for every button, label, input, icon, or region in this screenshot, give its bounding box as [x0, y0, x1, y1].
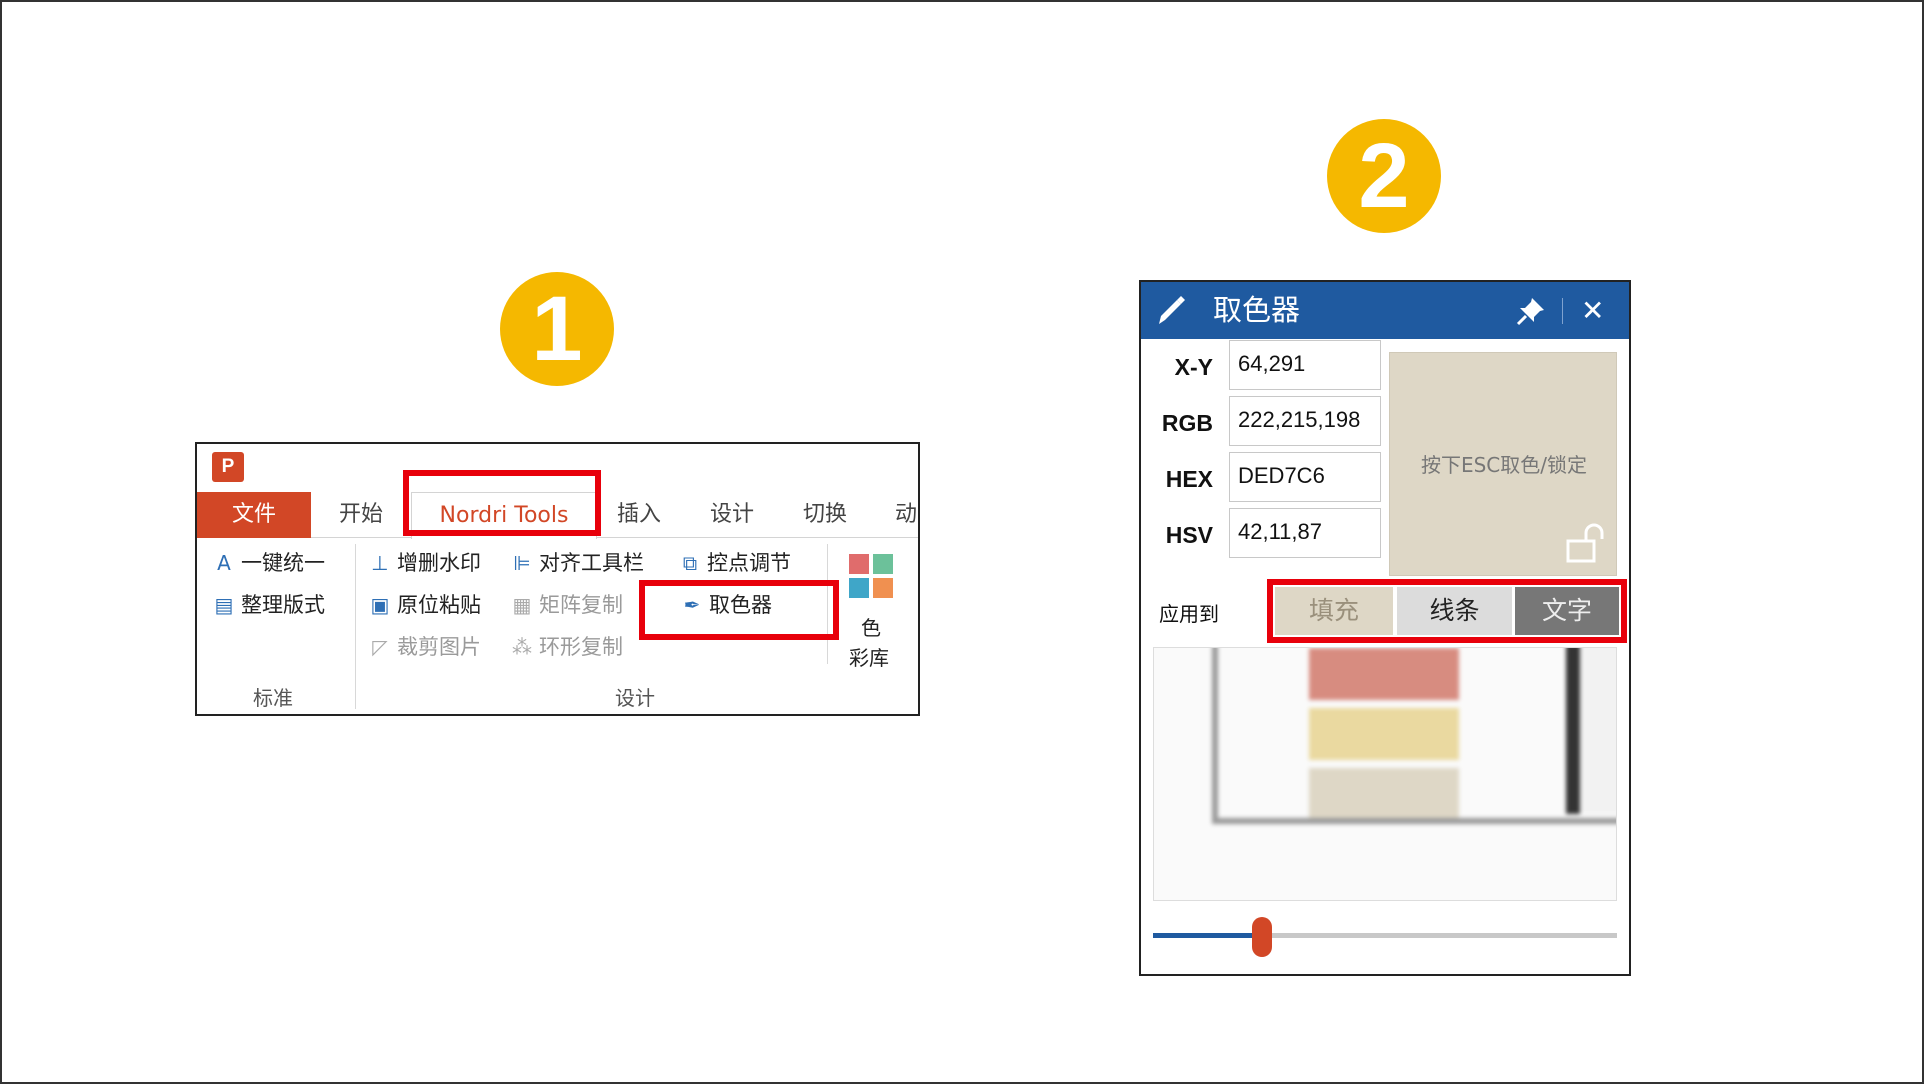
swatch-green — [873, 554, 893, 574]
unify-label: 一键统一 — [241, 551, 325, 575]
highlight-nordri-tab — [403, 470, 601, 536]
node-edit-icon: ⧉ — [682, 551, 698, 575]
panel-header: 取色器 ✕ — [1141, 282, 1629, 339]
paste-icon: ▣ — [370, 593, 390, 617]
ring-copy-label: 环形复制 — [539, 635, 623, 659]
xy-field[interactable]: 64,291 — [1229, 340, 1381, 390]
group-label-standard: 标准 — [253, 686, 293, 710]
group-divider — [355, 544, 356, 709]
ring-copy-button[interactable]: ⁂ 环形复制 — [509, 631, 623, 663]
field-label-hsv: HSV — [1165, 522, 1213, 548]
zoom-slider-fill — [1153, 933, 1261, 938]
powerpoint-ribbon: P 文件 开始 Nordri Tools 插入 设计 切换 动 A 一键统一 ▤ 整… — [195, 442, 920, 716]
swatch-red — [849, 554, 869, 574]
powerpoint-logo-icon: P — [212, 452, 244, 482]
paste-in-place-button[interactable]: ▣ 原位粘贴 — [367, 589, 481, 621]
tab-design[interactable]: 设计 — [710, 492, 754, 538]
field-label-xy: X-Y — [1174, 354, 1213, 380]
magnified-image — [1154, 648, 1616, 900]
tidy-layout-button[interactable]: ▤ 整理版式 — [211, 589, 325, 621]
hex-field[interactable]: DED7C6 — [1229, 452, 1381, 502]
zoom-slider-thumb[interactable] — [1252, 917, 1272, 957]
align-toolbar-label: 对齐工具栏 — [539, 551, 644, 575]
matrix-copy-button[interactable]: ▦ 矩阵复制 — [509, 589, 623, 621]
color-preview[interactable]: 按下ESC取色/锁定 — [1389, 352, 1617, 576]
matrix-copy-label: 矩阵复制 — [539, 593, 623, 617]
font-a-icon: A — [217, 551, 231, 575]
tab-transitions[interactable]: 切换 — [803, 492, 847, 538]
align-toolbar-button[interactable]: ⊫ 对齐工具栏 — [509, 547, 644, 579]
close-icon[interactable]: ✕ — [1581, 282, 1604, 339]
field-label-hex: HEX — [1165, 466, 1213, 492]
circles-icon: ⁂ — [512, 635, 532, 659]
tab-file[interactable]: 文件 — [197, 492, 311, 538]
step-1-badge: 1 — [500, 272, 614, 386]
unify-button[interactable]: A 一键统一 — [211, 547, 325, 579]
watermark-label: 增删水印 — [397, 551, 481, 575]
palette-button[interactable]: 彩库 — [849, 642, 889, 674]
tab-animations[interactable]: 动 — [895, 492, 917, 538]
tab-insert[interactable]: 插入 — [617, 492, 661, 538]
color-picker-panel: 取色器 ✕ X-Y 64,291 RGB 222,215,198 HEX DED… — [1139, 280, 1631, 976]
field-label-rgb: RGB — [1161, 410, 1213, 436]
tab-home[interactable]: 开始 — [339, 492, 383, 538]
document-icon: ▤ — [214, 593, 234, 617]
highlight-apply-buttons — [1267, 579, 1627, 643]
grid-icon: ▦ — [512, 593, 532, 617]
crop-image-label: 裁剪图片 — [397, 635, 481, 659]
panel-title: 取色器 — [1213, 293, 1301, 327]
palette-swatch-icon — [849, 554, 895, 600]
slide: 1 2 P 文件 开始 Nordri Tools 插入 设计 切换 动 A 一键统… — [0, 0, 1924, 1084]
paste-in-place-label: 原位粘贴 — [397, 593, 481, 617]
swatch-orange — [873, 578, 893, 598]
crop-image-button[interactable]: ◸ 裁剪图片 — [367, 631, 481, 663]
magnifier-view — [1153, 647, 1617, 901]
step-2-badge: 2 — [1327, 119, 1441, 233]
eyedropper-icon — [1159, 296, 1185, 324]
rgb-field[interactable]: 222,215,198 — [1229, 396, 1381, 446]
stamp-icon: ⊥ — [371, 551, 389, 575]
group-label-design: 设计 — [615, 686, 655, 710]
swatch-blue — [849, 578, 869, 598]
unlock-icon[interactable] — [1566, 523, 1610, 563]
color-label[interactable]: 色 — [861, 612, 881, 644]
align-icon: ⊫ — [513, 551, 531, 575]
apply-to-label: 应用到 — [1159, 602, 1219, 626]
preview-hint: 按下ESC取色/锁定 — [1420, 453, 1588, 477]
header-divider — [1562, 298, 1563, 324]
point-adjust-button[interactable]: ⧉ 控点调节 — [677, 547, 791, 579]
highlight-color-picker — [639, 580, 839, 640]
point-adjust-label: 控点调节 — [707, 551, 791, 575]
hsv-field[interactable]: 42,11,87 — [1229, 508, 1381, 558]
pin-icon[interactable] — [1514, 294, 1548, 328]
watermark-button[interactable]: ⊥ 增删水印 — [367, 547, 481, 579]
crop-icon: ◸ — [372, 635, 388, 659]
tidy-label: 整理版式 — [241, 593, 325, 617]
